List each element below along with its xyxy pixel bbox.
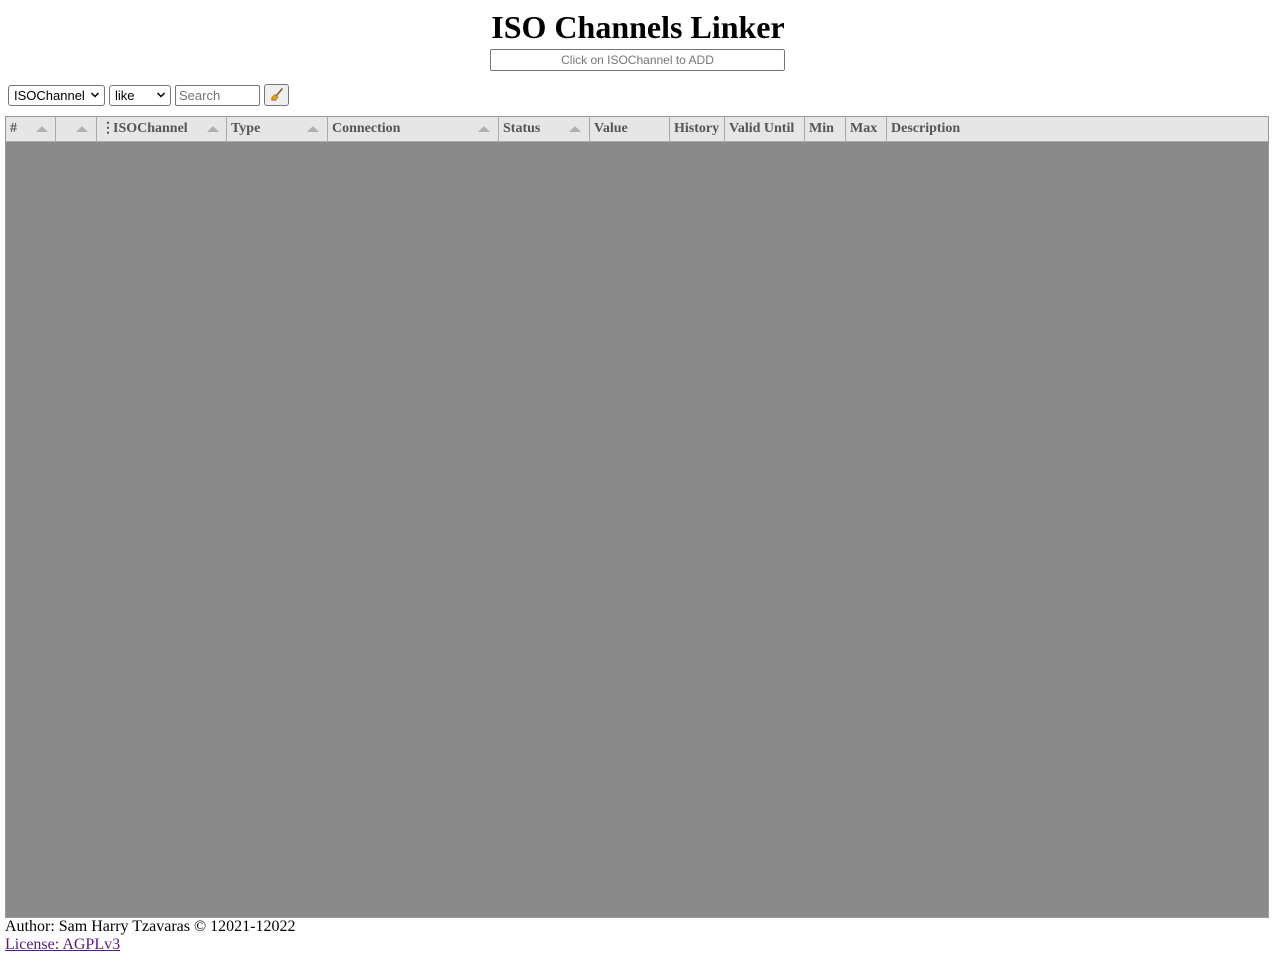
sort-asc-icon <box>207 126 219 132</box>
column-header-value[interactable]: Value <box>590 117 670 141</box>
column-header-description[interactable]: Description <box>887 117 1268 141</box>
footer: Author: Sam Harry Tzavaras © 12021-12022… <box>5 918 295 954</box>
filter-toolbar: ISOChannel like <box>8 84 289 106</box>
author-text: Author: Sam Harry Tzavaras © 12021-12022 <box>5 918 296 935</box>
column-label: Description <box>891 121 961 136</box>
sort-asc-icon <box>76 126 88 132</box>
sort-asc-icon <box>569 126 581 132</box>
sort-asc-icon <box>307 126 319 132</box>
sort-asc-icon <box>478 126 490 132</box>
column-menu-icon[interactable]: ⋮ <box>101 117 115 141</box>
filter-field-select[interactable]: ISOChannel <box>8 84 105 106</box>
column-header-status[interactable]: Status <box>499 117 590 141</box>
filter-operator-value: like <box>115 87 135 103</box>
column-header-connection[interactable]: Connection <box>328 117 499 141</box>
column-label: Max <box>850 121 878 136</box>
column-header-type[interactable]: Type <box>227 117 328 141</box>
broom-icon <box>270 88 283 101</box>
clear-filter-button[interactable] <box>264 84 289 106</box>
column-label: Min <box>809 121 834 136</box>
column-label: Connection <box>332 121 401 136</box>
table-header: # ⋮ISOChannel Type Connection Status Val… <box>6 117 1268 142</box>
filter-operator-select[interactable]: like <box>109 84 171 106</box>
chevron-down-icon <box>90 91 100 98</box>
column-label: ISOChannel <box>113 121 188 136</box>
column-label: History <box>674 121 720 136</box>
column-header-index[interactable]: # <box>6 117 56 141</box>
license-link[interactable]: License: AGPLv3 <box>5 936 120 953</box>
column-label: Status <box>503 121 541 136</box>
column-label: Type <box>231 121 261 136</box>
add-isochannel-input[interactable] <box>490 49 785 71</box>
page-title: ISO Channels Linker <box>491 9 785 45</box>
column-label: # <box>10 121 17 136</box>
column-header-max[interactable]: Max <box>846 117 887 141</box>
column-label: Valid Until <box>729 121 795 136</box>
column-header-select[interactable] <box>56 117 97 141</box>
page: ISO Channels Linker ISOChannel like <box>0 0 1276 961</box>
column-header-valid-until[interactable]: Valid Until <box>725 117 805 141</box>
column-header-min[interactable]: Min <box>805 117 846 141</box>
channels-table: # ⋮ISOChannel Type Connection Status Val… <box>5 116 1269 918</box>
chevron-down-icon <box>156 91 166 98</box>
search-input[interactable] <box>175 84 260 106</box>
column-header-history[interactable]: History <box>670 117 725 141</box>
column-label: Value <box>594 121 628 136</box>
sort-asc-icon <box>36 126 48 132</box>
filter-field-value: ISOChannel <box>14 87 85 103</box>
column-header-isochannel[interactable]: ⋮ISOChannel <box>97 117 227 141</box>
